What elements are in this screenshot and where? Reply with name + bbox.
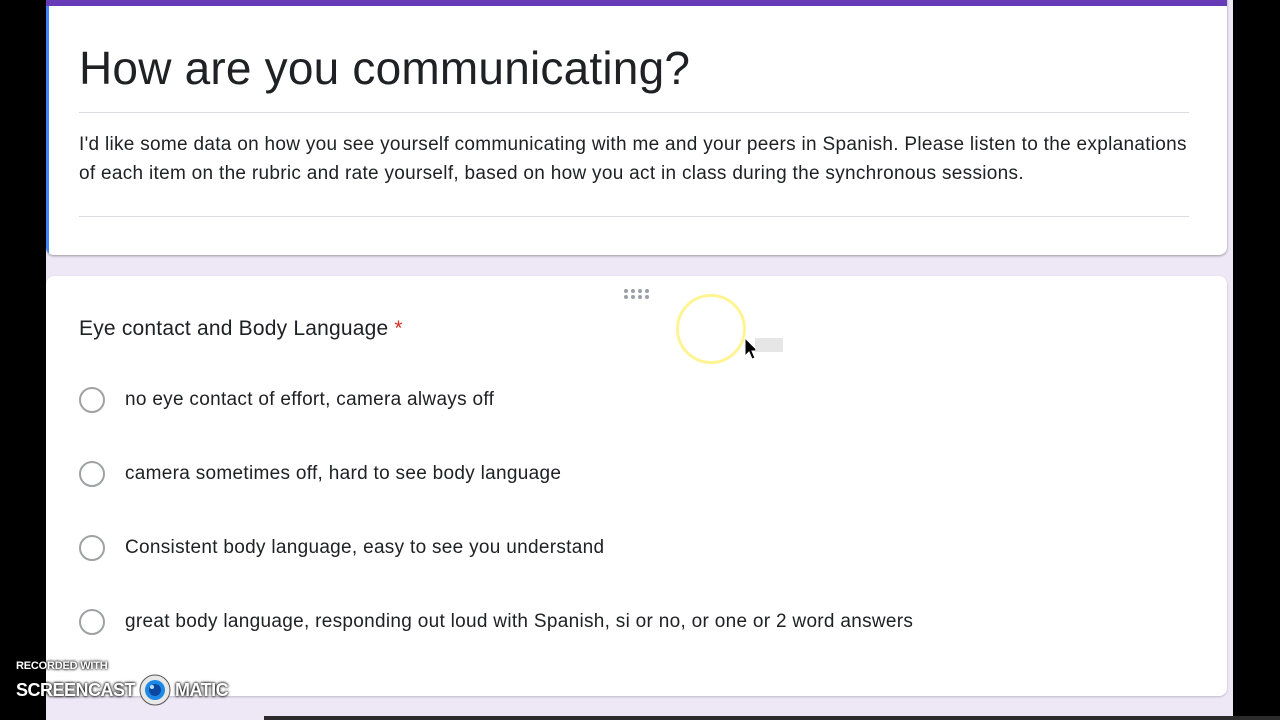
description-underline [79,216,1189,217]
title-underline [79,112,1189,113]
radio-option[interactable]: great body language, responding out loud… [79,606,913,638]
radio-button[interactable] [79,609,105,635]
drag-handle-icon[interactable] [623,288,649,300]
form-title[interactable]: How are you communicating? [79,40,690,96]
form-header-card: How are you communicating? I'd like some… [46,0,1227,255]
radio-button[interactable] [79,461,105,487]
screencast-watermark: RECORDED WITH SCREENCAST MATIC [16,660,229,706]
radio-option[interactable]: Consistent body language, easy to see yo… [79,532,604,564]
taskbar-edge [264,716,1280,720]
watermark-word-right: MATIC [175,679,229,700]
option-label: Consistent body language, easy to see yo… [125,537,605,558]
option-label: no eye contact of effort, camera always … [125,389,495,410]
radio-option[interactable]: no eye contact of effort, camera always … [79,384,494,416]
question-title: Eye contact and Body Language * [79,317,403,341]
screencast-logo-icon [139,674,171,706]
question-card[interactable]: Eye contact and Body Language * no eye co… [46,276,1227,696]
theme-accent-bar [46,0,1227,6]
watermark-brand: SCREENCAST MATIC [16,674,229,706]
cursor-highlight [676,294,746,364]
required-asterisk: * [394,317,403,340]
form-description[interactable]: I'd like some data on how you see yourse… [79,130,1189,188]
focus-indicator [46,6,49,255]
watermark-word-left: SCREENCAST [16,679,136,700]
mouse-pointer-icon [744,336,783,360]
question-title-text: Eye contact and Body Language [79,317,389,340]
radio-button[interactable] [79,535,105,561]
option-label: great body language, responding out loud… [125,611,914,632]
watermark-caption: RECORDED WITH [16,660,108,672]
screen-recording-frame: How are you communicating? I'd like some… [0,0,1280,720]
option-label: camera sometimes off, hard to see body l… [125,463,562,484]
radio-button[interactable] [79,387,105,413]
radio-option[interactable]: camera sometimes off, hard to see body l… [79,458,561,490]
